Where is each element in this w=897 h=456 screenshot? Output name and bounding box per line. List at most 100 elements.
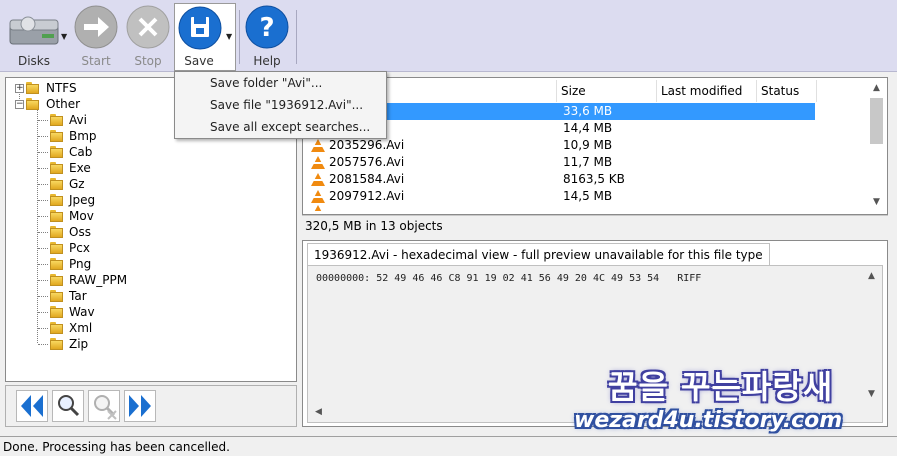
next-button[interactable]	[124, 390, 156, 422]
save-dropdown-menu: Save folder "Avi"... Save file "1936912.…	[174, 71, 387, 139]
tree-item-oss[interactable]: Oss	[6, 224, 286, 240]
folder-icon	[50, 114, 63, 126]
folder-icon	[50, 242, 63, 254]
save-label: Save	[184, 54, 214, 68]
folder-icon	[50, 210, 63, 222]
file-list[interactable]: Size Last modified Status 33,6 MB 14,4 M…	[302, 77, 888, 215]
hex-line: 00000000: 52 49 46 46 C8 91 19 02 41 56 …	[316, 273, 702, 284]
double-right-arrow-icon	[129, 395, 151, 417]
object-count: 320,5 MB in 13 objects	[302, 215, 888, 235]
tree-item-exe[interactable]: Exe	[6, 160, 286, 176]
file-name: 2097912.Avi	[329, 189, 405, 203]
folder-icon	[50, 274, 63, 286]
collapse-icon[interactable]: −	[15, 100, 24, 109]
folder-icon	[50, 130, 63, 142]
tree-item-label: Mov	[69, 209, 94, 223]
tree-item-raw-ppm[interactable]: RAW_PPM	[6, 272, 286, 288]
tree-item-xml[interactable]: Xml	[6, 320, 286, 336]
file-name: 2057576.Avi	[329, 155, 405, 169]
search-clear-icon	[94, 395, 117, 420]
menu-item-save-file[interactable]: Save file "1936912.Avi"...	[210, 96, 363, 114]
tree-item-png[interactable]: Png	[6, 256, 286, 272]
file-size: 14,4 MB	[563, 121, 613, 135]
tree-item-label: Tar	[69, 289, 87, 303]
svg-text:?: ?	[259, 13, 274, 43]
vlc-cone-icon	[311, 139, 325, 152]
folder-icon	[50, 322, 63, 334]
tree-item-label: Oss	[69, 225, 91, 239]
column-header-last-modified[interactable]: Last modified	[657, 80, 757, 102]
tree-item-label: Other	[46, 97, 81, 111]
tree-item-label: Wav	[69, 305, 95, 319]
folder-icon	[26, 82, 39, 94]
file-row[interactable]: 2081584.Avi 8163,5 KB	[305, 171, 815, 188]
vlc-cone-icon	[311, 190, 325, 203]
file-row[interactable]: 2057576.Avi 11,7 MB	[305, 154, 815, 171]
help-label: Help	[253, 54, 281, 68]
folder-icon	[50, 306, 63, 318]
column-header-status[interactable]: Status	[757, 80, 817, 102]
menu-item-save-folder[interactable]: Save folder "Avi"...	[210, 74, 322, 92]
status-bar: Done. Processing has been cancelled.	[0, 436, 897, 456]
folder-icon	[50, 338, 63, 350]
tree-item-label: Gz	[69, 177, 85, 191]
question-mark-icon: ?	[245, 5, 289, 49]
tree-item-mov[interactable]: Mov	[6, 208, 286, 224]
hex-scrollbar-v[interactable]: ▲ ▼	[863, 268, 880, 420]
tree-item-tar[interactable]: Tar	[6, 288, 286, 304]
file-row[interactable]: 2035296.Avi 10,9 MB	[305, 137, 815, 154]
search-button[interactable]	[52, 390, 84, 422]
tree-item-label: Cab	[69, 145, 93, 159]
scroll-up-icon[interactable]: ▲	[863, 268, 880, 285]
tree-item-jpeg[interactable]: Jpeg	[6, 192, 286, 208]
tree-item-pcx[interactable]: Pcx	[6, 240, 286, 256]
file-name: 2081584.Avi	[329, 172, 405, 186]
tree-item-label: Avi	[69, 113, 87, 127]
tree-item-label: NTFS	[46, 81, 77, 95]
vlc-cone-icon	[311, 173, 325, 186]
file-row[interactable]: 2097912.Avi 14,5 MB	[305, 188, 815, 205]
menu-item-save-all-except-searches[interactable]: Save all except searches...	[210, 118, 370, 136]
file-size: 14,5 MB	[563, 189, 613, 203]
folder-icon	[50, 290, 63, 302]
tree-item-wav[interactable]: Wav	[6, 304, 286, 320]
clear-search-button[interactable]	[88, 390, 120, 422]
scroll-down-icon[interactable]: ▼	[868, 194, 885, 211]
scroll-up-icon[interactable]: ▲	[868, 80, 885, 97]
toolbar-separator	[239, 10, 240, 64]
tree-item-cab[interactable]: Cab	[6, 144, 286, 160]
tree-item-zip[interactable]: Zip	[6, 336, 286, 352]
watermark-title: 꿈을 꾸는파랑새	[608, 368, 834, 406]
folder-icon	[50, 258, 63, 270]
scroll-left-icon[interactable]: ◀	[310, 404, 327, 421]
scroll-down-icon[interactable]: ▼	[863, 386, 880, 403]
disks-button[interactable]: Disks	[4, 4, 64, 70]
scroll-thumb[interactable]	[870, 98, 883, 144]
previous-button[interactable]	[16, 390, 48, 422]
file-size: 11,7 MB	[563, 155, 613, 169]
tree-item-label: Bmp	[69, 129, 97, 143]
save-dropdown-arrow[interactable]: ▼	[226, 32, 232, 41]
folder-icon	[50, 162, 63, 174]
watermark-url: wezard4u.tistory.com	[574, 408, 843, 433]
toolbar: Disks ▼ Start Stop Save ▼ ? Help	[0, 0, 897, 72]
tree-item-label: Png	[69, 257, 92, 271]
tree-item-label: Zip	[69, 337, 89, 351]
disks-dropdown-arrow[interactable]: ▼	[61, 32, 67, 41]
start-button[interactable]: Start	[72, 4, 120, 70]
folder-icon	[50, 194, 63, 206]
hex-view-tab[interactable]: 1936912.Avi - hexadecimal view - full pr…	[307, 243, 770, 265]
search-magnifier-icon	[58, 395, 80, 417]
tree-item-label: RAW_PPM	[69, 273, 128, 287]
help-button[interactable]: ? Help	[243, 4, 291, 70]
folder-icon	[50, 178, 63, 190]
toolbar-separator	[296, 10, 297, 64]
vlc-cone-icon	[311, 205, 325, 212]
tree-item-gz[interactable]: Gz	[6, 176, 286, 192]
tree-item-label: Pcx	[69, 241, 90, 255]
tree-item-label: Exe	[69, 161, 91, 175]
column-header-size[interactable]: Size	[557, 80, 657, 102]
expand-icon[interactable]: +	[15, 84, 24, 93]
file-size: 8163,5 KB	[563, 172, 625, 186]
file-list-scrollbar[interactable]: ▲ ▼	[868, 80, 885, 212]
